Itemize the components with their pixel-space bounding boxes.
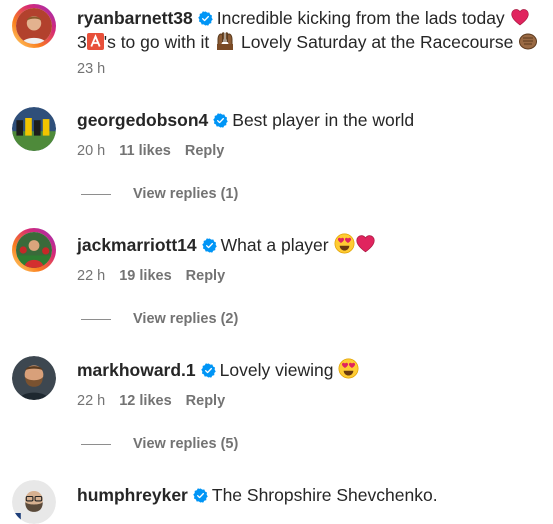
profile-photo-icon [12,356,56,400]
comment-text: humphreyker The Shropshire Shevchenko. [77,483,545,507]
verified-badge-icon [193,488,208,503]
view-replies-button[interactable]: View replies (5) [81,436,238,452]
divider [81,193,111,195]
username[interactable]: jackmarriott14 [77,235,197,255]
profile-photo-icon [16,8,52,44]
username[interactable]: georgedobson4 [77,110,208,130]
likes-count[interactable]: 19 likes [119,268,171,284]
verified-badge-icon [213,113,228,128]
avatar[interactable] [12,480,56,524]
profile-photo-icon [12,480,56,524]
timestamp[interactable]: 22 h [77,393,105,409]
comment-text: jackmarriott14 What a player [77,233,545,257]
divider [81,318,111,320]
avatar[interactable] [12,356,56,400]
comment-text-line2: 3 's to go with it Lovely Saturday at the… [77,30,545,54]
verified-badge-icon [201,363,216,378]
avatar[interactable] [12,4,56,48]
view-replies-button[interactable]: View replies (1) [81,186,238,202]
comment-meta: 23 h [77,61,119,77]
comment: humphreyker The Shropshire Shevchenko. [0,475,553,524]
comment-body: Incredible kicking from the lads today [216,8,505,28]
comment-text: georgedobson4 Best player in the world [77,108,545,132]
username[interactable]: markhoward.1 [77,360,196,380]
avatar[interactable] [12,107,56,151]
comment-body: 3 [77,32,87,52]
view-replies-label: View replies (2) [133,311,239,327]
username[interactable]: ryanbarnett38 [77,8,193,28]
comment: markhoward.1 Lovely viewing 22 h 12 likes R… [0,350,553,460]
comment-meta: 20 h 11 likes Reply [77,143,238,159]
view-replies-label: View replies (1) [133,186,239,202]
profile-photo-icon [16,232,52,268]
heart-eyes-emoji-icon [334,233,355,254]
comment: jackmarriott14 What a player 22 h 19 likes… [0,225,553,335]
heart-eyes-emoji-icon [338,358,359,379]
comment-text: ryanbarnett38 Incredible kicking from the… [77,6,545,30]
reply-button[interactable]: Reply [186,393,226,409]
timestamp[interactable]: 22 h [77,268,105,284]
timestamp[interactable]: 23 h [77,61,105,77]
red-heart-icon [510,7,530,27]
comment: ryanbarnett38 Incredible kicking from the… [0,0,553,90]
raising-hands-icon [217,32,234,50]
view-replies-label: View replies (5) [133,436,239,452]
profile-photo-icon [12,107,56,151]
verified-badge-icon [202,238,217,253]
avatar[interactable] [12,228,56,272]
comment-body: Lovely viewing [219,360,334,380]
reply-button[interactable]: Reply [185,143,225,159]
likes-count[interactable]: 11 likes [119,143,171,159]
comment-meta: 22 h 19 likes Reply [77,268,239,284]
comment: georgedobson4 Best player in the world 20… [0,100,553,210]
divider [81,443,111,445]
comment-body: What a player [220,235,329,255]
comment-text: markhoward.1 Lovely viewing [77,358,545,382]
comment-body: 's to go with it [103,32,210,52]
red-heart-icon [355,233,376,254]
verified-badge-icon [198,11,213,26]
view-replies-button[interactable]: View replies (2) [81,311,238,327]
timestamp[interactable]: 20 h [77,143,105,159]
reply-button[interactable]: Reply [186,268,226,284]
comment-body: Best player in the world [232,110,415,130]
comment-meta: 22 h 12 likes Reply [77,393,239,409]
username[interactable]: humphreyker [77,485,188,505]
comment-body: Lovely Saturday at the Racecourse [240,32,514,52]
likes-count[interactable]: 12 likes [119,393,171,409]
fist-icon [519,33,538,50]
a-button-icon [86,33,104,50]
comment-body: The Shropshire Shevchenko. [211,485,438,505]
